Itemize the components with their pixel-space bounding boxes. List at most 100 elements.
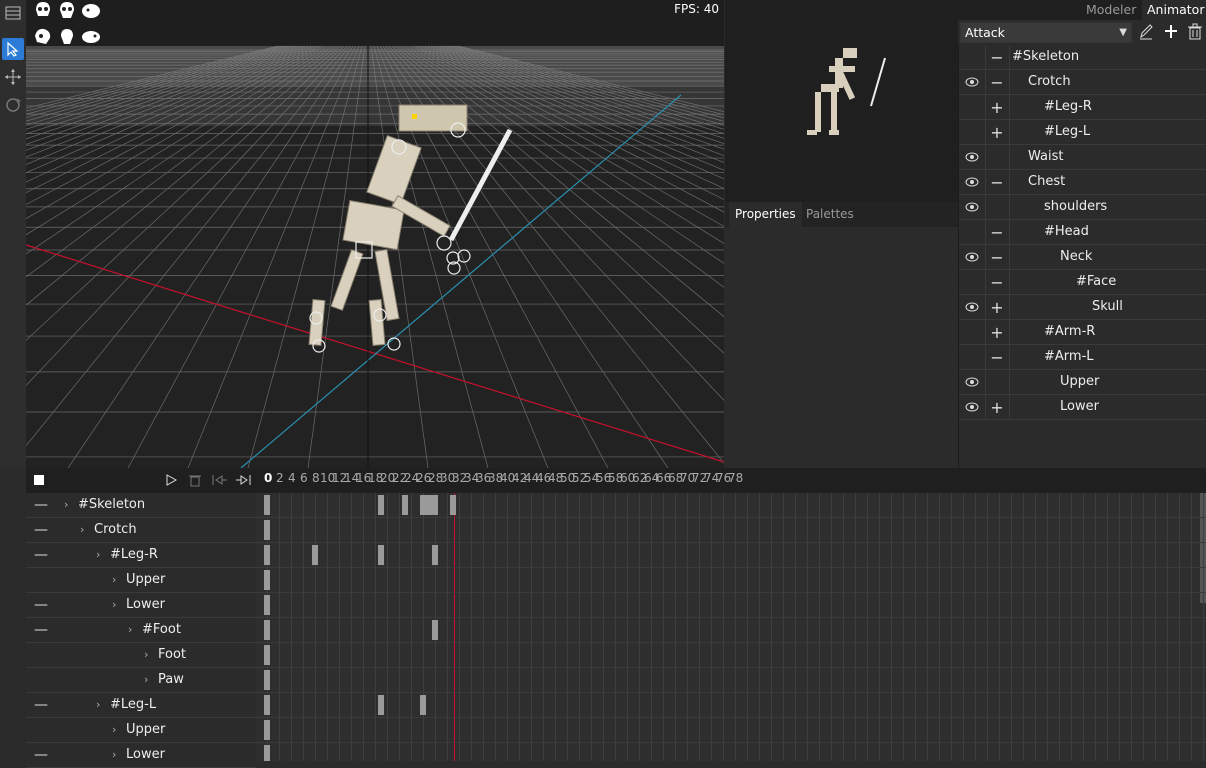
track-row[interactable]: — › #Leg-L [26, 693, 256, 718]
trash-icon[interactable] [188, 473, 202, 491]
animation-select[interactable]: Attack ▼ [960, 22, 1132, 43]
keyframe[interactable] [312, 545, 318, 565]
pose-preset-skull-3[interactable] [80, 0, 102, 22]
expand-toggle[interactable]: − [985, 245, 1010, 269]
visibility-toggle[interactable] [959, 70, 986, 94]
keyframe[interactable] [264, 720, 270, 740]
visibility-toggle[interactable] [959, 270, 986, 294]
play-icon[interactable] [164, 473, 178, 491]
keyframe[interactable] [378, 695, 384, 715]
track-row[interactable]: — › #Skeleton [26, 493, 256, 518]
visibility-toggle[interactable] [959, 145, 986, 169]
track-row[interactable]: › Upper [26, 568, 256, 593]
timeline-keyframe-grid[interactable] [256, 493, 1206, 761]
pose-preset-skull-1[interactable] [32, 0, 54, 22]
expand-toggle[interactable] [985, 370, 1010, 394]
chevron-right-icon[interactable]: › [64, 493, 68, 517]
chevron-right-icon[interactable]: › [112, 743, 116, 767]
bone-row[interactable]: + #Arm-R [959, 320, 1206, 345]
pose-preset-skull-5[interactable] [56, 26, 78, 48]
keyframe[interactable] [264, 695, 270, 715]
track-row[interactable]: — › Lower [26, 593, 256, 618]
keyframe[interactable] [264, 620, 270, 640]
tab-properties[interactable]: Properties [729, 202, 802, 227]
select-tool-icon[interactable] [2, 38, 24, 60]
visibility-toggle[interactable] [959, 195, 986, 219]
add-icon[interactable] [1163, 23, 1179, 45]
chevron-right-icon[interactable]: › [144, 668, 148, 692]
track-row[interactable]: — › #Leg-R [26, 543, 256, 568]
visibility-toggle[interactable] [959, 395, 986, 419]
timeline-ruler[interactable]: 0 2 4 6 8 10 12 14 16 18 20 22 24 26 28 30 32 34 36 38 40 42 4… [256, 468, 1206, 493]
expand-toggle[interactable]: + [985, 120, 1010, 144]
tab-modeler[interactable]: Modeler [1086, 0, 1136, 20]
pose-preset-skull-4[interactable] [32, 26, 54, 48]
chevron-right-icon[interactable]: › [96, 543, 100, 567]
keyframe[interactable] [402, 495, 408, 515]
expand-toggle[interactable] [985, 195, 1010, 219]
visibility-toggle[interactable] [959, 320, 986, 344]
keyframe[interactable] [264, 520, 270, 540]
bone-row[interactable]: shoulders [959, 195, 1206, 220]
track-row[interactable]: — › Lower [26, 743, 256, 768]
bone-row[interactable]: Waist [959, 145, 1206, 170]
expand-toggle[interactable]: − [985, 45, 1010, 69]
collapse-toggle[interactable]: — [34, 693, 48, 717]
visibility-toggle[interactable] [959, 95, 986, 119]
visibility-toggle[interactable] [959, 345, 986, 369]
rotate-tool-icon[interactable] [2, 94, 24, 116]
bone-row[interactable]: − #Skeleton [959, 45, 1206, 70]
bone-row[interactable]: Upper [959, 370, 1206, 395]
step-back-icon[interactable] [211, 473, 229, 491]
chevron-right-icon[interactable]: › [128, 618, 132, 642]
visibility-toggle[interactable] [959, 170, 986, 194]
tab-palettes[interactable]: Palettes [800, 202, 860, 227]
expand-toggle[interactable]: + [985, 395, 1010, 419]
track-row[interactable]: — › #Foot [26, 618, 256, 643]
keyframe[interactable] [450, 495, 456, 515]
bone-row[interactable]: + Lower [959, 395, 1206, 420]
track-row[interactable]: › Paw [26, 668, 256, 693]
chevron-right-icon[interactable]: › [144, 643, 148, 667]
keyframe[interactable] [264, 545, 270, 565]
visibility-toggle[interactable] [959, 120, 986, 144]
bone-row[interactable]: + Skull [959, 295, 1206, 320]
keyframe[interactable] [264, 645, 270, 665]
collapse-toggle[interactable]: — [34, 543, 48, 567]
expand-toggle[interactable] [985, 145, 1010, 169]
bone-row[interactable]: − Chest [959, 170, 1206, 195]
keyframe[interactable] [432, 495, 438, 515]
keyframe[interactable] [264, 570, 270, 590]
expand-toggle[interactable]: − [985, 270, 1010, 294]
keyframe[interactable] [420, 695, 426, 715]
move-tool-icon[interactable] [2, 66, 24, 88]
chevron-right-icon[interactable]: › [96, 693, 100, 717]
collapse-toggle[interactable]: — [34, 618, 48, 642]
keyframe[interactable] [432, 545, 438, 565]
bone-row[interactable]: − Crotch [959, 70, 1206, 95]
track-row[interactable]: › Foot [26, 643, 256, 668]
bone-row[interactable]: − Neck [959, 245, 1206, 270]
visibility-toggle[interactable] [959, 370, 986, 394]
keyframe[interactable] [378, 545, 384, 565]
keyframe[interactable] [264, 595, 270, 615]
visibility-toggle[interactable] [959, 220, 986, 244]
keyframe[interactable] [378, 495, 384, 515]
stop-icon[interactable] [34, 475, 44, 485]
collapse-toggle[interactable]: — [34, 518, 48, 542]
expand-toggle[interactable]: + [985, 95, 1010, 119]
visibility-toggle[interactable] [959, 245, 986, 269]
bone-row[interactable]: − #Head [959, 220, 1206, 245]
playhead[interactable] [454, 493, 455, 761]
bone-row[interactable]: + #Leg-L [959, 120, 1206, 145]
keyframe[interactable] [264, 495, 270, 515]
expand-toggle[interactable]: + [985, 320, 1010, 344]
keyframe[interactable] [264, 670, 270, 690]
tab-animator[interactable]: Animator [1142, 0, 1206, 20]
keyframe[interactable] [432, 620, 438, 640]
bone-row[interactable]: + #Leg-R [959, 95, 1206, 120]
chevron-right-icon[interactable]: › [112, 718, 116, 742]
chevron-right-icon[interactable]: › [112, 568, 116, 592]
keyframe[interactable] [264, 745, 270, 761]
pose-preset-skull-6[interactable] [80, 26, 102, 48]
